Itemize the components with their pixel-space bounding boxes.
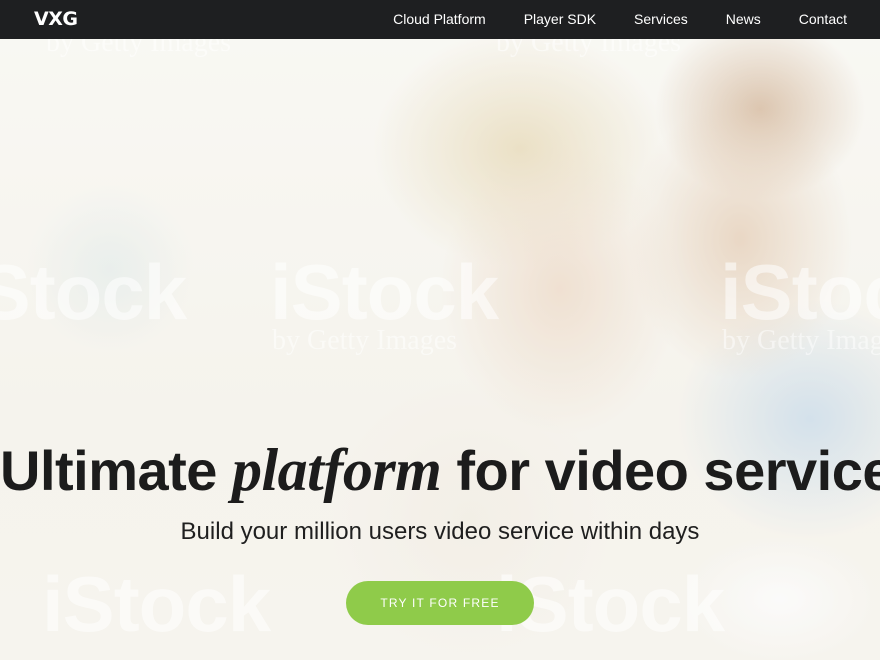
try-it-for-free-button[interactable]: TRY IT FOR FREE <box>346 581 534 625</box>
main-nav: Cloud Platform Player SDK Services News … <box>355 0 847 39</box>
nav-player-sdk[interactable]: Player SDK <box>524 0 596 39</box>
headline-start: Ultimate <box>0 439 232 502</box>
top-navigation-bar: VXG Cloud Platform Player SDK Services N… <box>0 0 880 39</box>
hero-subheadline: Build your million users video service w… <box>180 518 700 545</box>
nav-news[interactable]: News <box>726 0 761 39</box>
hero-background-image: iStock by Getty Images iStock by Getty I… <box>0 39 880 660</box>
nav-cloud-platform[interactable]: Cloud Platform <box>393 0 486 39</box>
headline-emphasis: platform <box>232 437 442 503</box>
nav-services[interactable]: Services <box>634 0 688 39</box>
vxg-logo[interactable]: VXG <box>34 9 78 30</box>
hero-headline: Ultimate platform for video services <box>0 438 880 503</box>
nav-contact[interactable]: Contact <box>799 0 847 39</box>
hero-overlay <box>0 39 880 660</box>
headline-end: for video services <box>441 439 880 502</box>
